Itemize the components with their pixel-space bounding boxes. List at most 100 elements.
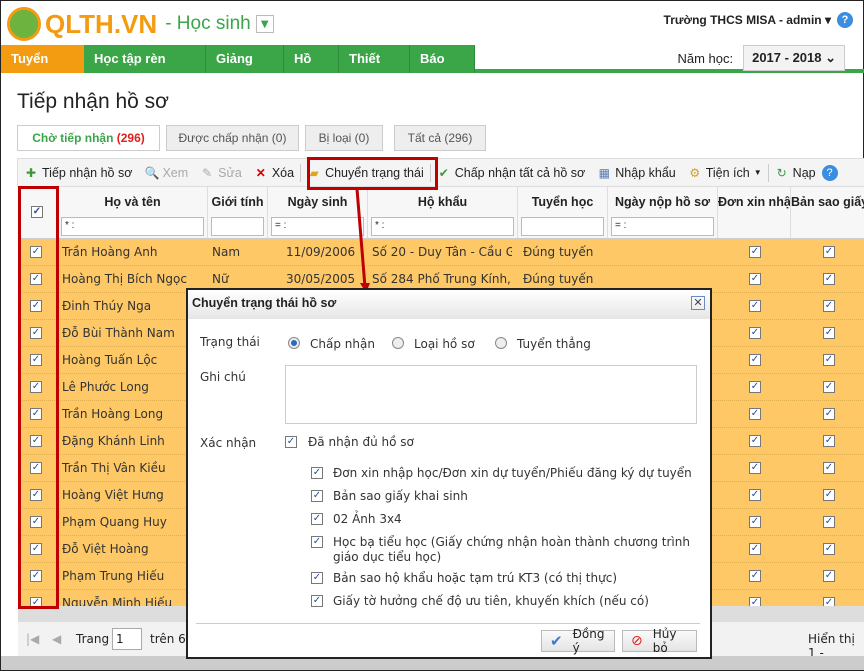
- cell-tuyen-hoc: Đúng tuyến: [523, 272, 594, 286]
- nav-tab-thiet-lap[interactable]: Thiết lập: [339, 45, 410, 94]
- help-icon[interactable]: ?: [821, 164, 838, 181]
- document-checkbox[interactable]: ✓: [311, 595, 323, 607]
- chevron-down-icon: ▼: [753, 168, 762, 177]
- nav-tab-bao-cao[interactable]: Báo cáo: [410, 45, 475, 94]
- date-filter[interactable]: = :: [611, 217, 714, 236]
- birth-cert-checkbox[interactable]: ✓: [823, 570, 835, 582]
- birth-cert-checkbox[interactable]: ✓: [823, 327, 835, 339]
- delete-button[interactable]: ✕ Xóa: [248, 166, 300, 180]
- option-label[interactable]: Loại hồ sơ: [414, 337, 475, 351]
- birth-cert-checkbox[interactable]: ✓: [823, 408, 835, 420]
- birth-cert-checkbox[interactable]: ✓: [823, 516, 835, 528]
- tuyen-filter[interactable]: [521, 217, 604, 236]
- application-checkbox[interactable]: ✓: [749, 246, 761, 258]
- application-checkbox[interactable]: ✓: [749, 300, 761, 312]
- received-all-checkbox[interactable]: ✓: [285, 436, 297, 448]
- cell-dob: 11/09/2006: [286, 245, 356, 259]
- tab-rejected[interactable]: Bị loại (0): [305, 125, 383, 151]
- col-address[interactable]: Hộ khẩu * :: [368, 187, 518, 239]
- utilities-button[interactable]: ⚙ Tiện ích ▼: [682, 166, 768, 180]
- birth-cert-checkbox[interactable]: ✓: [823, 246, 835, 258]
- page-input[interactable]: 1: [112, 628, 142, 650]
- tab-all[interactable]: Tất cả (296): [394, 125, 486, 151]
- accept-all-button[interactable]: ✔ Chấp nhận tất cả hồ sơ: [431, 166, 592, 180]
- help-icon[interactable]: ?: [837, 12, 853, 28]
- option-label[interactable]: Chấp nhận: [310, 337, 375, 351]
- birth-cert-checkbox[interactable]: ✓: [823, 354, 835, 366]
- document-checkbox[interactable]: ✓: [311, 572, 323, 584]
- note-textarea[interactable]: [285, 365, 697, 424]
- nav-tab-giang-day[interactable]: Giảng dạy: [206, 45, 284, 94]
- filter-op[interactable]: = :: [615, 220, 626, 231]
- name-filter[interactable]: * :: [61, 217, 204, 236]
- tab-accepted[interactable]: Được chấp nhận (0): [166, 125, 299, 151]
- col-submit-date[interactable]: Ngày nộp hồ sơ = :: [608, 187, 718, 239]
- filter-op[interactable]: = :: [275, 220, 286, 231]
- cell-name: Phạm Trung Hiếu: [62, 569, 165, 583]
- document-checkbox[interactable]: ✓: [311, 490, 323, 502]
- table-row[interactable]: ✓ Trần Hoàng Anh Nam 11/09/2006 Số 20 - D…: [18, 239, 864, 266]
- module-name: - Học sinh: [165, 13, 251, 34]
- radio-reject[interactable]: [392, 337, 404, 349]
- birth-cert-checkbox[interactable]: ✓: [823, 300, 835, 312]
- document-checkbox[interactable]: ✓: [311, 513, 323, 525]
- cell-gender: Nữ: [212, 272, 229, 286]
- application-checkbox[interactable]: ✓: [749, 462, 761, 474]
- module-dropdown-icon[interactable]: ▼: [255, 15, 274, 33]
- prev-page-icon[interactable]: ◀: [52, 632, 61, 646]
- nav-tab-ho-so[interactable]: Hồ sơ: [284, 45, 339, 94]
- radio-direct[interactable]: [495, 337, 507, 349]
- col-label: Đơn xin nhập: [718, 195, 791, 209]
- col-label: Tuyển học: [531, 195, 594, 209]
- document-checkbox[interactable]: ✓: [311, 536, 323, 548]
- col-name[interactable]: Họ và tên * :: [58, 187, 208, 239]
- col-tuyen-hoc[interactable]: Tuyển học: [518, 187, 608, 239]
- address-filter[interactable]: * :: [371, 217, 514, 236]
- edit-button[interactable]: ✎ Sửa: [194, 166, 248, 180]
- application-checkbox[interactable]: ✓: [749, 516, 761, 528]
- gender-filter[interactable]: [211, 217, 264, 236]
- first-page-icon[interactable]: |◀: [26, 632, 39, 646]
- year-select[interactable]: 2017 - 2018 ⌄: [743, 45, 845, 71]
- document-checkbox[interactable]: ✓: [311, 467, 323, 479]
- application-checkbox[interactable]: ✓: [749, 273, 761, 285]
- application-checkbox[interactable]: ✓: [749, 543, 761, 555]
- nav-tab-hoc-tap[interactable]: Học tập rèn luyện: [84, 45, 206, 94]
- birth-cert-checkbox[interactable]: ✓: [823, 543, 835, 555]
- birth-cert-checkbox[interactable]: ✓: [823, 462, 835, 474]
- application-checkbox[interactable]: ✓: [749, 327, 761, 339]
- view-button[interactable]: 🔍 Xem: [138, 166, 194, 180]
- application-checkbox[interactable]: ✓: [749, 381, 761, 393]
- application-checkbox[interactable]: ✓: [749, 408, 761, 420]
- application-checkbox[interactable]: ✓: [749, 570, 761, 582]
- tab-pending[interactable]: Chờ tiếp nhận (296): [17, 125, 160, 151]
- col-birth-cert[interactable]: Bản sao giấy: [791, 187, 864, 239]
- birth-cert-checkbox[interactable]: ✓: [823, 273, 835, 285]
- application-checkbox[interactable]: ✓: [749, 435, 761, 447]
- cancel-button[interactable]: ⊘ Hủy bỏ: [622, 627, 697, 655]
- tab-label: Chờ tiếp nhận: [32, 131, 114, 145]
- user-label[interactable]: Trường THCS MISA - admin ▾: [664, 13, 831, 27]
- option-label[interactable]: Tuyển thẳng: [517, 337, 591, 351]
- cell-name: Hoàng Tuấn Lộc: [62, 353, 158, 367]
- edit-label: Sửa: [218, 165, 242, 180]
- filter-op[interactable]: * :: [375, 220, 384, 231]
- col-gender[interactable]: Giới tính: [208, 187, 268, 239]
- birth-cert-checkbox[interactable]: ✓: [823, 435, 835, 447]
- filter-op[interactable]: * :: [65, 220, 74, 231]
- application-checkbox[interactable]: ✓: [749, 489, 761, 501]
- application-checkbox[interactable]: ✓: [749, 354, 761, 366]
- import-button[interactable]: ▦ Nhập khẩu: [591, 166, 681, 180]
- close-icon[interactable]: ✕: [691, 296, 705, 310]
- ok-button[interactable]: ✔ Đồng ý: [541, 627, 615, 655]
- logo[interactable]: QLTH.VN - Học sinh ▼: [7, 7, 274, 41]
- user-menu[interactable]: Trường THCS MISA - admin ▾ ?: [664, 12, 853, 28]
- add-button[interactable]: ✚ Tiếp nhận hồ sơ: [18, 166, 138, 180]
- reload-label: Nạp: [792, 165, 816, 180]
- birth-cert-checkbox[interactable]: ✓: [823, 381, 835, 393]
- reload-button[interactable]: ↻ Nạp: [769, 166, 822, 180]
- birth-cert-checkbox[interactable]: ✓: [823, 489, 835, 501]
- radio-accept[interactable]: [288, 337, 300, 349]
- nav-tab-tuyen-sinh[interactable]: Tuyển sinh: [1, 45, 84, 94]
- col-application[interactable]: Đơn xin nhập: [718, 187, 791, 239]
